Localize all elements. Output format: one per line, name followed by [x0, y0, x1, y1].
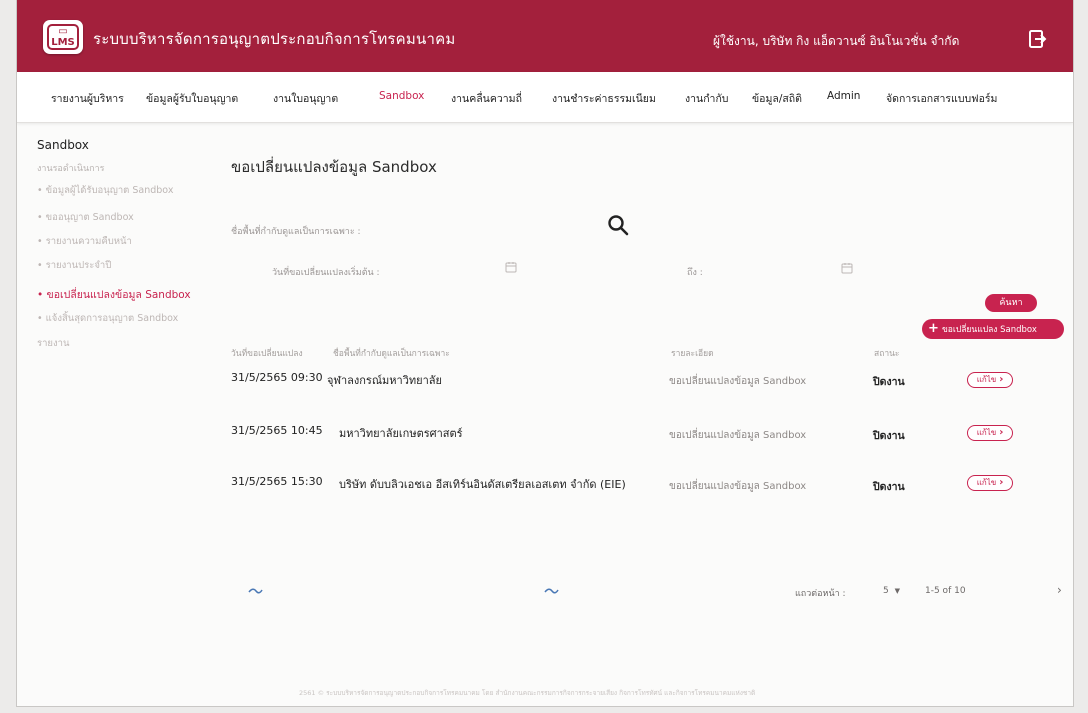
- chevron-right-icon: ›: [999, 374, 1004, 385]
- nav-item-frequency[interactable]: งานคลื่นความถี่: [451, 90, 522, 107]
- nav-item-supervision[interactable]: งานกำกับ: [685, 90, 728, 107]
- scan-smudge: [544, 588, 559, 594]
- sidebar-item-request-sandbox[interactable]: • ขออนุญาต Sandbox: [37, 210, 134, 225]
- main-navigation: รายงานผู้บริหาร ข้อมูลผู้รับใบอนุญาต งาน…: [17, 72, 1073, 123]
- row-2-detail: ขอเปลี่ยนแปลงข้อมูล Sandbox: [669, 430, 807, 441]
- row-3-name: บริษัท ดับบลิวเอชเอ อีสเทิร์นอินดัสเตรีย…: [339, 478, 626, 491]
- row-3-detail: ขอเปลี่ยนแปลงข้อมูล Sandbox: [669, 481, 807, 492]
- row-2-edit-label: แก้ไข: [976, 428, 997, 437]
- chevron-right-icon: ›: [999, 427, 1004, 438]
- nav-item-sandbox[interactable]: Sandbox: [379, 90, 424, 102]
- add-change-sandbox-button[interactable]: + ขอเปลี่ยนแปลง Sandbox: [922, 319, 1064, 339]
- row-3-status: ปิดงาน: [873, 481, 905, 493]
- sidebar-item-progress-report[interactable]: • รายงานความคืบหน้า: [37, 234, 132, 249]
- start-date-calendar-icon[interactable]: [505, 261, 517, 273]
- end-date-calendar-icon[interactable]: [841, 262, 853, 274]
- add-change-sandbox-label: ขอเปลี่ยนแปลง Sandbox: [942, 325, 1037, 335]
- app-header: ▭ LMS ระบบบริหารจัดการอนุญาตประกอบกิจการโ…: [17, 0, 1073, 72]
- row-2-name: มหาวิทยาลัยเกษตรศาสตร์: [339, 427, 463, 440]
- scan-smudge: [248, 588, 263, 594]
- sidebar-item-annual-report[interactable]: • รายงานประจำปี: [37, 258, 111, 273]
- nav-item-licensee-info[interactable]: ข้อมูลผู้รับใบอนุญาต: [146, 90, 238, 107]
- row-3-edit-label: แก้ไข: [976, 478, 997, 487]
- row-1-detail: ขอเปลี่ยนแปลงข้อมูล Sandbox: [669, 376, 807, 387]
- sidebar-title: Sandbox: [37, 138, 89, 152]
- row-1-edit-button[interactable]: แก้ไข ›: [967, 372, 1013, 388]
- nav-item-executive-report[interactable]: รายงานผู้บริหาร: [51, 90, 124, 107]
- column-header-status: สถานะ: [874, 349, 900, 359]
- chevron-right-icon: ›: [999, 477, 1004, 488]
- column-header-area-name: ชื่อพื้นที่กำกับดูแลเป็นการเฉพาะ: [333, 349, 450, 359]
- row-1-date: 31/5/2565 09:30: [231, 371, 323, 384]
- nav-item-license-work[interactable]: งานใบอนุญาต: [273, 90, 338, 107]
- rows-per-page-select[interactable]: 5 ▼: [883, 586, 900, 596]
- row-1-edit-label: แก้ไข: [976, 375, 997, 384]
- end-date-label: ถึง :: [687, 268, 703, 278]
- start-date-label: วันที่ขอเปลี่ยนแปลงเริ่มต้น :: [272, 268, 380, 278]
- lms-logo-text: LMS: [51, 37, 75, 48]
- row-1-status: ปิดงาน: [873, 376, 905, 388]
- sidebar-section-pending: งานรอดำเนินการ: [37, 164, 105, 174]
- next-page-button[interactable]: ›: [1057, 583, 1062, 597]
- nav-item-admin[interactable]: Admin: [827, 90, 860, 102]
- nav-item-form-documents[interactable]: จัดการเอกสารแบบฟอร์ม: [886, 90, 997, 107]
- lms-logo[interactable]: ▭ LMS: [43, 20, 83, 54]
- user-info: ผู้ใช้งาน, บริษัท กิง แอ็ดวานซ์ อินโนเวช…: [713, 34, 960, 48]
- column-header-date: วันที่ขอเปลี่ยนแปลง: [231, 349, 303, 359]
- sidebar-item-report[interactable]: รายงาน: [37, 336, 69, 351]
- app-title: ระบบบริหารจัดการอนุญาตประกอบกิจการโทรคมน…: [93, 30, 456, 48]
- row-3-date: 31/5/2565 15:30: [231, 475, 323, 488]
- area-filter-label: ชื่อพื้นที่กำกับดูแลเป็นการเฉพาะ :: [231, 227, 361, 237]
- logout-icon[interactable]: [1027, 29, 1047, 49]
- row-1-name: จุฬาลงกรณ์มหาวิทยาลัย: [327, 374, 442, 387]
- rows-per-page-label: แถวต่อหน้า :: [795, 589, 846, 599]
- sidebar-item-licensee-sandbox[interactable]: • ข้อมูลผู้ได้รับอนุญาต Sandbox: [37, 183, 173, 198]
- row-2-date: 31/5/2565 10:45: [231, 424, 323, 437]
- rows-per-page-value: 5: [883, 586, 889, 596]
- lms-logo-mark: ▭ LMS: [47, 24, 79, 50]
- page-title: ขอเปลี่ยนแปลงข้อมูล Sandbox: [231, 158, 437, 176]
- row-3-edit-button[interactable]: แก้ไข ›: [967, 475, 1013, 491]
- search-button[interactable]: ค้นหา: [985, 294, 1037, 312]
- search-icon[interactable]: [607, 214, 629, 236]
- plus-icon: +: [928, 321, 939, 336]
- row-2-edit-button[interactable]: แก้ไข ›: [967, 425, 1013, 441]
- caret-down-icon: ▼: [894, 587, 900, 595]
- sidebar-item-change-sandbox[interactable]: • ขอเปลี่ยนแปลงข้อมูล Sandbox: [37, 286, 191, 303]
- column-header-detail: รายละเอียด: [671, 349, 714, 359]
- sidebar-item-end-sandbox[interactable]: • แจ้งสิ้นสุดการอนุญาต Sandbox: [37, 311, 178, 326]
- footer-copyright: 2561 © ระบบบริหารจัดการอนุญาตประกอบกิจกา…: [299, 689, 756, 697]
- app-window: ▭ LMS ระบบบริหารจัดการอนุญาตประกอบกิจการโ…: [16, 0, 1074, 707]
- pagination-range: 1-5 of 10: [925, 586, 966, 596]
- row-2-status: ปิดงาน: [873, 430, 905, 442]
- nav-item-statistics[interactable]: ข้อมูล/สถิติ: [752, 90, 802, 107]
- nav-item-fee-payment[interactable]: งานชำระค่าธรรมเนียม: [552, 90, 656, 107]
